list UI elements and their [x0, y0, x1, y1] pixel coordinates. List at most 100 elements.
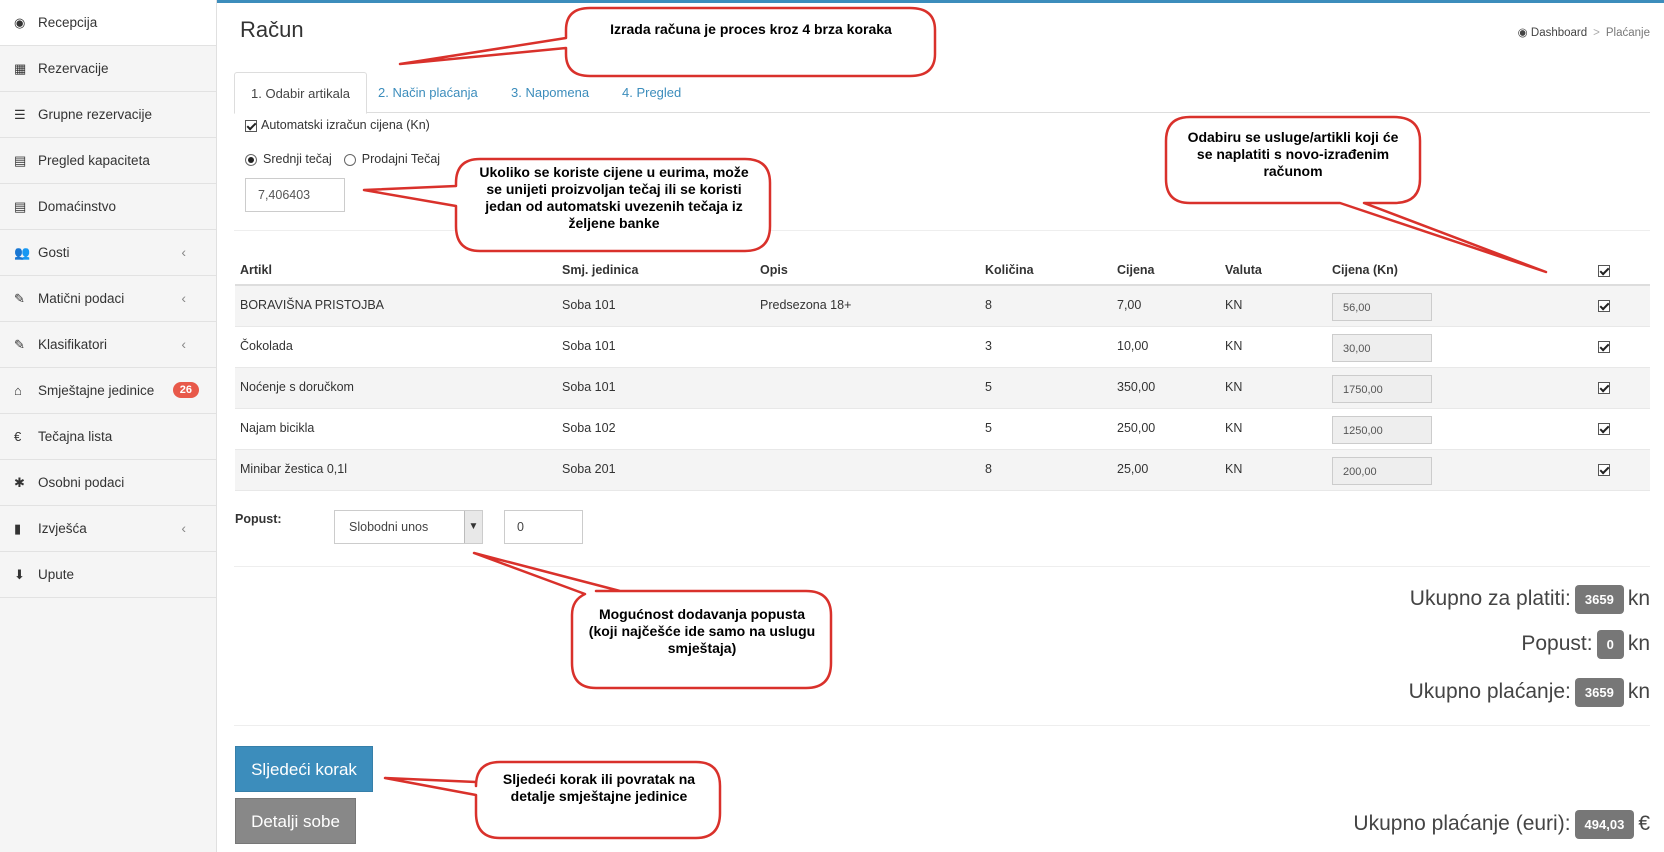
sidebar-item-tecajna-lista[interactable]: € Tečajna lista [0, 414, 216, 460]
row-checkbox[interactable] [1598, 421, 1610, 435]
cell-unit: Soba 102 [562, 421, 616, 435]
auto-price-label: Automatski izračun cijena (Kn) [261, 118, 430, 132]
sidebar-item-label: Upute [38, 567, 75, 582]
row-checkbox[interactable] [1598, 339, 1610, 353]
total-due-badge: 3659 [1574, 585, 1624, 614]
rate-selling-label: Prodajni Tečaj [361, 152, 441, 166]
discount-total: Popust: 0 kn [1521, 630, 1650, 659]
exchange-rate-input[interactable]: 7,406403 [245, 178, 345, 212]
sidebar-item-maticni-podaci[interactable]: ✎ Matični podaci ‹ [0, 276, 216, 322]
tab-odabir-artikala[interactable]: 1. Odabir artikala [234, 72, 367, 114]
row-checkbox[interactable] [1598, 380, 1610, 394]
sidebar-item-klasifikatori[interactable]: ✎ Klasifikatori ‹ [0, 322, 216, 368]
tab-nacin-placanja[interactable]: 2. Način plaćanja [362, 72, 494, 113]
chevron-left-icon: ‹ [181, 520, 186, 536]
table-row: Čokolada Soba 101 3 10,00 KN 30,00 [235, 327, 1650, 368]
sidebar-item-label: Gosti [38, 245, 70, 260]
sidebar-item-recepcija[interactable]: ◉ Recepcija [0, 0, 216, 46]
checkbox[interactable] [1598, 264, 1610, 277]
callout-text-items: Odabiru se usluge/artikli koji će se nap… [1187, 129, 1399, 179]
sidebar-item-label: Tečajna lista [38, 429, 113, 444]
column-header: Valuta [1225, 263, 1262, 277]
breadcrumb-current: Plaćanje [1605, 27, 1650, 39]
cell-unit: Soba 101 [562, 298, 616, 312]
chevron-down-icon[interactable]: ▼ [464, 511, 482, 543]
sidebar-item-label: Rezervacije [38, 61, 109, 76]
count-badge: 26 [172, 382, 199, 398]
cell-price: 350,00 [1117, 380, 1156, 394]
checkbox[interactable] [1598, 422, 1610, 435]
cell-artikl: Minibar žestica 0,1l [240, 462, 347, 476]
currency-label: kn [1627, 632, 1650, 656]
sidebar-item-rezervacije[interactable]: ▦ Rezervacije [0, 46, 216, 92]
top-accent-line [217, 0, 1664, 3]
sidebar-item-label: Recepcija [38, 15, 98, 30]
sidebar-item-label: Grupne rezervacije [38, 107, 153, 122]
cell-price: 25,00 [1117, 462, 1149, 476]
sidebar-item-label: Osobni podaci [38, 475, 125, 490]
sidebar-item-smjestajne-jedinice[interactable]: ⌂ Smještajne jedinice 26 [0, 368, 216, 414]
cell-unit: Soba 101 [562, 380, 616, 394]
callout-text-rate: Ukoliko se koriste cijene u eurima, može… [479, 164, 749, 231]
row-checkbox[interactable] [1598, 298, 1610, 312]
discount-type-select[interactable]: Slobodni unos ▼ [334, 510, 483, 544]
dashboard-icon: ◉ [1517, 27, 1531, 39]
cell-currency: KN [1225, 339, 1243, 353]
sidebar-item-pregled-kapaciteta[interactable]: ▤ Pregled kapaciteta [0, 138, 216, 184]
cell-price: 10,00 [1117, 339, 1149, 353]
auto-price-option: Automatski izračun cijena (Kn) [245, 118, 430, 132]
column-header: Smj. jedinica [562, 263, 639, 277]
divider [234, 725, 1650, 726]
sidebar-item-label: Matični podaci [38, 291, 125, 306]
room-details-button[interactable]: Detalji sobe [235, 798, 356, 844]
checkbox[interactable] [1598, 381, 1610, 394]
users-icon: 👥 [14, 244, 31, 260]
column-header: Opis [760, 263, 788, 277]
select-all-checkbox[interactable] [1598, 263, 1610, 277]
checkbox[interactable] [1598, 340, 1610, 353]
breadcrumb-home-link[interactable]: Dashboard [1531, 27, 1587, 39]
checkbox[interactable] [1598, 463, 1610, 476]
sidebar-item-grupne-rezervacije[interactable]: ☰ Grupne rezervacije [0, 92, 216, 138]
column-header: Cijena [1117, 263, 1155, 277]
row-checkbox[interactable] [1598, 462, 1610, 476]
cell-currency: KN [1225, 462, 1243, 476]
discount-input[interactable]: 0 [504, 510, 583, 544]
page-title: Račun [240, 17, 304, 42]
sidebar-item-upute[interactable]: ⬇ Upute [0, 552, 216, 598]
bar-chart-icon: ▮ [14, 520, 22, 536]
discount-type-value: Slobodni unos [349, 520, 429, 534]
next-step-button[interactable]: Sljedeći korak [235, 746, 373, 792]
sidebar-item-izvjesca[interactable]: ▮ Izvješća ‹ [0, 506, 216, 552]
payment-total-label: Ukupno plaćanje: [1408, 680, 1571, 704]
sidebar-item-osobni-podaci[interactable]: ✱ Osobni podaci [0, 460, 216, 506]
rate-type-options: Srednji tečaj Prodajni Tečaj [245, 152, 452, 166]
cell-currency: KN [1225, 380, 1243, 394]
rate-selling-radio[interactable] [343, 153, 356, 166]
euro-icon: € [1638, 812, 1650, 836]
tab-napomena[interactable]: 3. Napomena [495, 72, 605, 113]
cell-quantity: 8 [985, 462, 992, 476]
breadcrumb-separator: > [1593, 27, 1600, 39]
cell-unit: Soba 201 [562, 462, 616, 476]
sidebar-item-domacinstvo[interactable]: ▤ Domaćinstvo [0, 184, 216, 230]
cell-artikl: BORAVIŠNA PRISTOJBA [240, 298, 385, 312]
table-row: Najam bicikla Soba 102 5 250,00 KN 1250,… [235, 409, 1650, 450]
checkbox[interactable] [1598, 299, 1610, 312]
tab-pregled[interactable]: 4. Pregled [606, 72, 697, 113]
payment-total-badge: 3659 [1574, 678, 1624, 707]
cell-unit: Soba 101 [562, 339, 616, 353]
calendar-icon: ▤ [14, 152, 27, 168]
table-row: Minibar žestica 0,1l Soba 201 8 25,00 KN… [235, 450, 1650, 491]
rate-middle-radio[interactable] [245, 153, 257, 166]
table-row: Noćenje s doručkom Soba 101 5 350,00 KN … [235, 368, 1650, 409]
auto-price-checkbox[interactable] [245, 119, 257, 132]
payment-euro-badge: 494,03 [1574, 810, 1635, 839]
list-icon: ☰ [14, 106, 26, 122]
home-icon: ⌂ [14, 383, 22, 398]
sidebar-item-gosti[interactable]: 👥 Gosti ‹ [0, 230, 216, 276]
discount-total-badge: 0 [1596, 630, 1624, 659]
currency-label: kn [1627, 680, 1650, 704]
price-kn-field: 30,00 [1332, 334, 1432, 362]
sidebar-item-label: Smještajne jedinice [38, 383, 155, 398]
